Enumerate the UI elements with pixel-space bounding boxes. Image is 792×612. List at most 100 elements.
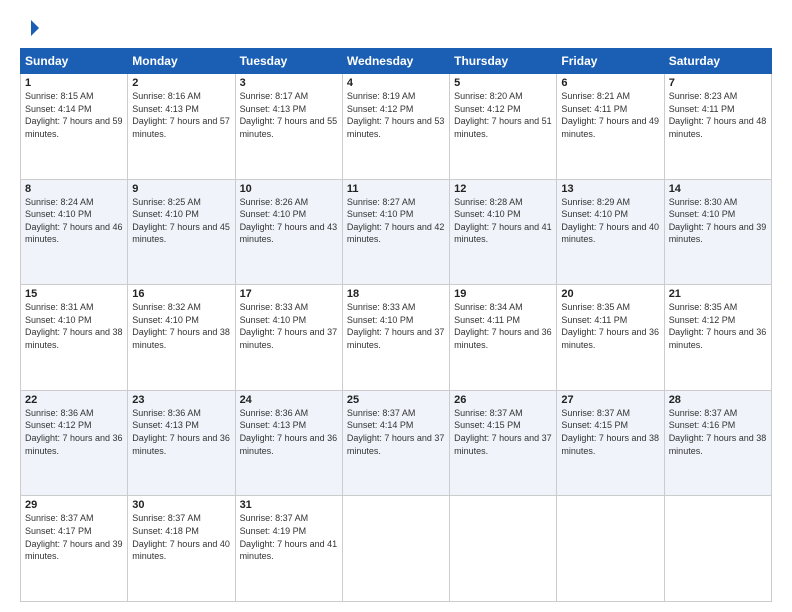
day-number: 1 [25,77,123,89]
calendar-cell: 26Sunrise: 8:37 AMSunset: 4:15 PMDayligh… [450,390,557,496]
day-number: 17 [240,288,338,300]
logo [20,18,42,38]
logo-icon [21,18,41,38]
calendar-cell [664,496,771,602]
calendar-cell: 23 Sunrise: 8:36 AMSunset: 4:13 PMDayligh… [128,390,235,496]
calendar-cell: 30 Sunrise: 8:37 AMSunset: 4:18 PMDayligh… [128,496,235,602]
day-number: 27 [561,394,659,406]
cell-content: Sunrise: 8:30 AMSunset: 4:10 PMDaylight:… [669,197,767,245]
day-number: 3 [240,77,338,89]
calendar-cell: 17 Sunrise: 8:33 AMSunset: 4:10 PMDayligh… [235,285,342,391]
calendar-cell: 21Sunrise: 8:35 AMSunset: 4:12 PMDayligh… [664,285,771,391]
calendar-cell: 20 Sunrise: 8:35 AMSunset: 4:11 PMDayligh… [557,285,664,391]
day-number: 24 [240,394,338,406]
cell-content: Sunrise: 8:37 AMSunset: 4:16 PMDaylight:… [669,408,767,456]
day-number: 19 [454,288,552,300]
cell-content: Sunrise: 8:21 AMSunset: 4:11 PMDaylight:… [561,91,659,139]
cell-content: Sunrise: 8:32 AMSunset: 4:10 PMDaylight:… [132,302,230,350]
day-number: 13 [561,183,659,195]
day-number: 22 [25,394,123,406]
day-number: 10 [240,183,338,195]
day-number: 16 [132,288,230,300]
calendar-cell: 5 Sunrise: 8:20 AMSunset: 4:12 PMDaylight… [450,74,557,180]
cell-content: Sunrise: 8:27 AMSunset: 4:10 PMDaylight:… [347,197,445,245]
calendar-cell: 1 Sunrise: 8:15 AMSunset: 4:14 PMDaylight… [21,74,128,180]
weekday-header-row: SundayMondayTuesdayWednesdayThursdayFrid… [21,49,772,74]
calendar-cell: 3 Sunrise: 8:17 AMSunset: 4:13 PMDaylight… [235,74,342,180]
cell-content: Sunrise: 8:36 AMSunset: 4:13 PMDaylight:… [240,408,338,456]
calendar-cell: 8Sunrise: 8:24 AMSunset: 4:10 PMDaylight… [21,179,128,285]
day-number: 4 [347,77,445,89]
day-number: 9 [132,183,230,195]
day-number: 30 [132,499,230,511]
weekday-header: Friday [557,49,664,74]
day-number: 11 [347,183,445,195]
cell-content: Sunrise: 8:19 AMSunset: 4:12 PMDaylight:… [347,91,445,139]
cell-content: Sunrise: 8:36 AMSunset: 4:13 PMDaylight:… [132,408,230,456]
cell-content: Sunrise: 8:37 AMSunset: 4:15 PMDaylight:… [561,408,659,456]
cell-content: Sunrise: 8:36 AMSunset: 4:12 PMDaylight:… [25,408,123,456]
weekday-header: Saturday [664,49,771,74]
calendar-cell [450,496,557,602]
day-number: 5 [454,77,552,89]
calendar-cell: 25 Sunrise: 8:37 AMSunset: 4:14 PMDayligh… [342,390,449,496]
day-number: 6 [561,77,659,89]
calendar-cell: 18 Sunrise: 8:33 AMSunset: 4:10 PMDayligh… [342,285,449,391]
cell-content: Sunrise: 8:34 AMSunset: 4:11 PMDaylight:… [454,302,552,350]
weekday-header: Wednesday [342,49,449,74]
cell-content: Sunrise: 8:35 AMSunset: 4:11 PMDaylight:… [561,302,659,350]
cell-content: Sunrise: 8:28 AMSunset: 4:10 PMDaylight:… [454,197,552,245]
calendar-week-row: 8Sunrise: 8:24 AMSunset: 4:10 PMDaylight… [21,179,772,285]
day-number: 20 [561,288,659,300]
cell-content: Sunrise: 8:17 AMSunset: 4:13 PMDaylight:… [240,91,338,139]
calendar-cell: 15 Sunrise: 8:31 AMSunset: 4:10 PMDayligh… [21,285,128,391]
calendar-cell: 6 Sunrise: 8:21 AMSunset: 4:11 PMDaylight… [557,74,664,180]
calendar-cell: 7 Sunrise: 8:23 AMSunset: 4:11 PMDaylight… [664,74,771,180]
calendar-table: SundayMondayTuesdayWednesdayThursdayFrid… [20,48,772,602]
day-number: 12 [454,183,552,195]
day-number: 25 [347,394,445,406]
cell-content: Sunrise: 8:31 AMSunset: 4:10 PMDaylight:… [25,302,123,350]
day-number: 23 [132,394,230,406]
cell-content: Sunrise: 8:37 AMSunset: 4:19 PMDaylight:… [240,513,338,561]
cell-content: Sunrise: 8:29 AMSunset: 4:10 PMDaylight:… [561,197,659,245]
calendar-cell: 16 Sunrise: 8:32 AMSunset: 4:10 PMDayligh… [128,285,235,391]
day-number: 31 [240,499,338,511]
day-number: 15 [25,288,123,300]
calendar-cell: 10 Sunrise: 8:26 AMSunset: 4:10 PMDayligh… [235,179,342,285]
calendar-cell: 14Sunrise: 8:30 AMSunset: 4:10 PMDayligh… [664,179,771,285]
calendar-cell: 29Sunrise: 8:37 AMSunset: 4:17 PMDayligh… [21,496,128,602]
calendar-cell: 13 Sunrise: 8:29 AMSunset: 4:10 PMDayligh… [557,179,664,285]
weekday-header: Sunday [21,49,128,74]
weekday-header: Monday [128,49,235,74]
calendar-cell [557,496,664,602]
cell-content: Sunrise: 8:33 AMSunset: 4:10 PMDaylight:… [240,302,338,350]
calendar-cell [342,496,449,602]
cell-content: Sunrise: 8:37 AMSunset: 4:15 PMDaylight:… [454,408,552,456]
calendar-week-row: 22 Sunrise: 8:36 AMSunset: 4:12 PMDayligh… [21,390,772,496]
calendar-cell: 11 Sunrise: 8:27 AMSunset: 4:10 PMDayligh… [342,179,449,285]
cell-content: Sunrise: 8:37 AMSunset: 4:18 PMDaylight:… [132,513,230,561]
calendar-week-row: 29Sunrise: 8:37 AMSunset: 4:17 PMDayligh… [21,496,772,602]
day-number: 29 [25,499,123,511]
weekday-header: Tuesday [235,49,342,74]
calendar-cell: 24 Sunrise: 8:36 AMSunset: 4:13 PMDayligh… [235,390,342,496]
calendar-cell: 12 Sunrise: 8:28 AMSunset: 4:10 PMDayligh… [450,179,557,285]
cell-content: Sunrise: 8:37 AMSunset: 4:14 PMDaylight:… [347,408,445,456]
calendar-cell: 19 Sunrise: 8:34 AMSunset: 4:11 PMDayligh… [450,285,557,391]
day-number: 18 [347,288,445,300]
cell-content: Sunrise: 8:23 AMSunset: 4:11 PMDaylight:… [669,91,767,139]
header [20,18,772,38]
cell-content: Sunrise: 8:15 AMSunset: 4:14 PMDaylight:… [25,91,123,139]
cell-content: Sunrise: 8:20 AMSunset: 4:12 PMDaylight:… [454,91,552,139]
calendar-week-row: 15 Sunrise: 8:31 AMSunset: 4:10 PMDayligh… [21,285,772,391]
cell-content: Sunrise: 8:33 AMSunset: 4:10 PMDaylight:… [347,302,445,350]
day-number: 2 [132,77,230,89]
calendar-cell: 31 Sunrise: 8:37 AMSunset: 4:19 PMDayligh… [235,496,342,602]
day-number: 7 [669,77,767,89]
calendar-cell: 28Sunrise: 8:37 AMSunset: 4:16 PMDayligh… [664,390,771,496]
cell-content: Sunrise: 8:26 AMSunset: 4:10 PMDaylight:… [240,197,338,245]
weekday-header: Thursday [450,49,557,74]
calendar-cell: 9Sunrise: 8:25 AMSunset: 4:10 PMDaylight… [128,179,235,285]
cell-content: Sunrise: 8:24 AMSunset: 4:10 PMDaylight:… [25,197,123,245]
